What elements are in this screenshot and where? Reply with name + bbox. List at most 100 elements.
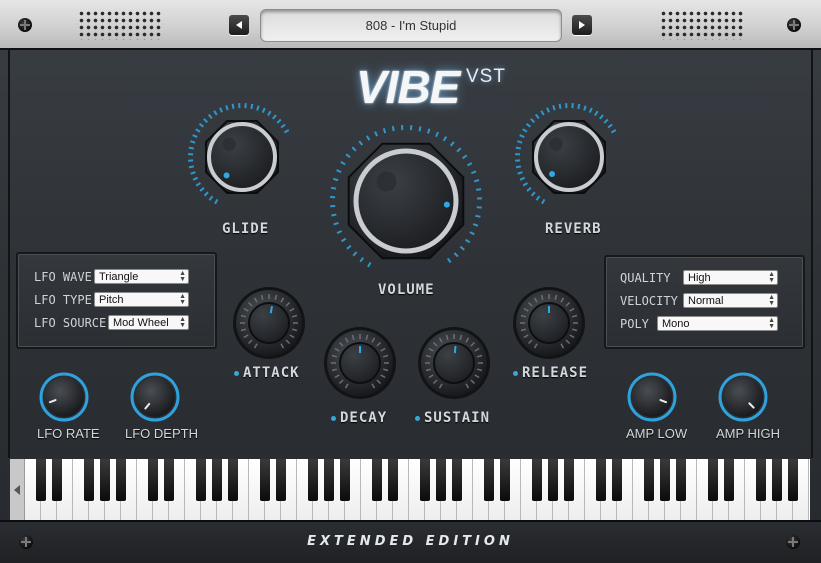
glide-knob[interactable] [180,95,304,219]
black-key[interactable] [452,459,462,501]
scale-tick [256,105,260,111]
black-key[interactable] [276,459,286,501]
scale-tick [541,198,546,205]
scale-tick [351,146,357,152]
screw-icon [787,18,801,32]
black-key[interactable] [500,459,510,501]
black-key[interactable] [372,459,382,501]
black-key[interactable] [148,459,158,501]
black-key[interactable] [756,459,766,501]
lfo-rate-knob[interactable] [39,372,89,422]
black-key[interactable] [548,459,558,501]
black-key[interactable] [340,459,350,501]
quality-value: High [688,272,711,284]
black-key[interactable] [84,459,94,501]
black-key[interactable] [660,459,670,501]
black-key[interactable] [212,459,222,501]
black-key[interactable] [484,459,494,501]
quality-select[interactable]: High ▲ ▼ [683,270,778,285]
keyboard-scroll-left-button[interactable] [10,459,25,520]
scale-tick [195,128,201,133]
scale-tick [418,126,422,132]
attack-label: ATTACK [243,365,300,381]
scale-tick [515,146,521,150]
scale-tick [534,113,540,120]
scale-tick [459,245,465,251]
scale-tick [522,128,528,133]
sustain-label: SUSTAIN [424,410,491,426]
scale-tick [519,134,525,138]
black-key[interactable] [228,459,238,501]
scale-tick [208,195,214,201]
black-key[interactable] [532,459,542,501]
sustain-knob[interactable] [416,325,492,401]
release-label: RELEASE [522,365,589,381]
select-arrows-icon: ▲ ▼ [179,316,186,329]
black-key[interactable] [100,459,110,501]
decay-knob[interactable] [322,325,398,401]
knob-highlight [222,137,236,151]
velocity-label: VELOCITY [620,294,678,308]
scale-tick [359,257,365,263]
black-key[interactable] [388,459,398,501]
scale-tick [526,187,532,192]
volume-knob[interactable] [322,117,490,285]
black-key[interactable] [612,459,622,501]
black-key[interactable] [564,459,574,501]
scale-tick [283,129,290,134]
black-key[interactable] [420,459,430,501]
black-key[interactable] [324,459,334,501]
black-key[interactable] [436,459,446,501]
black-key[interactable] [708,459,718,501]
scale-tick [426,128,431,134]
scale-tick [456,147,462,153]
black-key[interactable] [260,459,270,501]
chevron-right-icon [579,21,585,29]
scale-tick [336,230,343,235]
attack-knob[interactable] [231,285,307,361]
piano-keyboard[interactable] [10,459,810,520]
knob-highlight [549,137,563,151]
black-key[interactable] [644,459,654,501]
scale-tick [333,177,339,182]
logo-title: VIBE [356,61,460,113]
lfo-source-select[interactable]: Mod Wheel ▲ ▼ [108,315,189,330]
select-arrows-icon: ▲ ▼ [768,317,775,330]
preset-display[interactable]: 808 - I'm Stupid [260,9,562,42]
black-key[interactable] [308,459,318,501]
scale-tick [517,171,523,175]
knob-cap [248,302,290,344]
black-key[interactable] [596,459,606,501]
next-preset-button[interactable] [572,15,592,35]
black-key[interactable] [52,459,62,501]
knob-cap [539,127,599,187]
lfo-depth-knob[interactable] [130,372,180,422]
lfo-wave-value: Triangle [99,271,139,283]
black-key[interactable] [676,459,686,501]
black-key[interactable] [772,459,782,501]
lfo-type-select[interactable]: Pitch ▲ ▼ [94,292,189,307]
scale-tick [267,110,272,116]
black-key[interactable] [788,459,798,501]
release-knob[interactable] [511,285,587,361]
scale-tick [195,182,201,187]
previous-preset-button[interactable] [229,15,249,35]
scale-tick [435,131,440,138]
knob-indicator [443,201,450,208]
reverb-knob[interactable] [507,95,631,219]
black-key[interactable] [164,459,174,501]
black-key[interactable] [196,459,206,501]
scale-tick [382,128,387,134]
black-key[interactable] [36,459,46,501]
velocity-select[interactable]: Normal ▲ ▼ [683,293,778,308]
poly-select[interactable]: Mono ▲ ▼ [657,316,778,331]
black-key[interactable] [724,459,734,501]
release-indicator [513,371,518,376]
scale-tick [469,231,475,236]
lfo-wave-select[interactable]: Triangle ▲ ▼ [94,269,189,284]
black-key[interactable] [116,459,126,501]
scale-tick [453,252,459,258]
amp-low-knob[interactable] [627,372,677,422]
amp-high-knob[interactable] [718,372,768,422]
scale-tick [558,103,562,109]
